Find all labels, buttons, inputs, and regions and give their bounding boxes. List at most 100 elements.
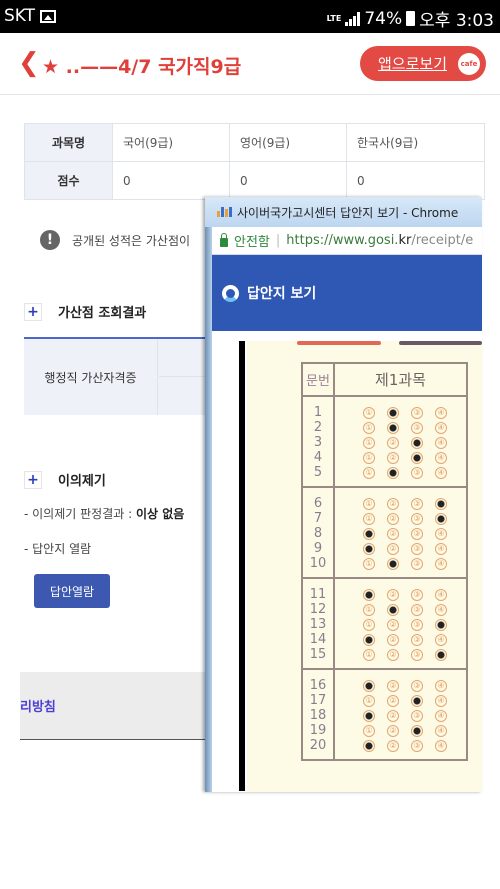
answer-bubble: ① — [363, 618, 375, 631]
bonus-section-title: + 가산점 조회결과 — [24, 302, 146, 321]
subject-cell: 영어(9급) — [229, 123, 347, 162]
marked-bubble: ③ — [411, 724, 423, 737]
question-number: 16 — [309, 678, 327, 693]
answer-row: ①②③④ — [363, 632, 466, 647]
score-table: 과목명 국어(9급) 영어(9급) 한국사(9급) 점수 0 0 0 — [24, 123, 485, 200]
omr-group: 12345①②③④①②③④①②③④①②③④①②③④ — [303, 397, 466, 488]
marked-bubble: ② — [387, 603, 399, 616]
answer-row: ①②③④ — [363, 405, 466, 420]
marked-bubble: ④ — [435, 497, 447, 510]
answer-bubble: ③ — [411, 588, 423, 601]
open-in-app-label: 앱으로보기 — [378, 55, 448, 73]
subject-cell: 한국사(9급) — [346, 123, 485, 162]
ring-icon — [222, 284, 239, 302]
objection-result: - 이의제기 판정결과 : 이상 없음 — [24, 505, 184, 522]
answer-bubble: ① — [363, 724, 375, 737]
answer-bubble: ④ — [435, 557, 447, 570]
answer-bubble: ④ — [435, 694, 447, 707]
question-number: 19 — [309, 723, 327, 738]
question-number: 13 — [309, 617, 327, 632]
omr-group: 678910①②③④①②③④①②③④①②③④①②③④ — [303, 488, 466, 579]
popup-banner: 답안지 보기 — [212, 255, 482, 331]
objection-result-label: - 이의제기 판정결과 : — [24, 507, 136, 521]
answer-row: ①②③④ — [363, 435, 466, 450]
answer-bubble: ② — [387, 512, 399, 525]
answer-row: ①②③④ — [363, 541, 466, 556]
answer-bubble: ④ — [435, 406, 447, 419]
privacy-policy-link[interactable]: 리방침 — [20, 696, 56, 715]
back-button[interactable]: ❮ — [18, 49, 40, 77]
marked-bubble: ① — [363, 527, 375, 540]
question-numbers: 16 17 18 19 20 — [303, 670, 335, 759]
question-number: 15 — [309, 647, 327, 662]
gosi-logo-icon — [217, 207, 232, 217]
answer-bubble: ③ — [411, 648, 423, 661]
answer-bubble: ② — [387, 679, 399, 692]
question-number: 14 — [309, 632, 327, 647]
question-numbers: 6 7 8 9 10 — [303, 488, 335, 577]
score-header: 점수 — [24, 161, 113, 200]
battery-icon — [406, 11, 416, 26]
secure-label: 안전함 — [234, 235, 270, 250]
omr-group: 1617181920①②③④①②③④①②③④①②③④①②③④ — [303, 670, 466, 759]
answer-bubble: ① — [363, 694, 375, 707]
answer-bubble: ④ — [435, 436, 447, 449]
cafe-icon: cafe — [458, 53, 480, 75]
plus-icon[interactable]: + — [24, 302, 42, 321]
answer-row: ①②③④ — [363, 587, 466, 602]
answer-bubble: ③ — [411, 633, 423, 646]
answer-bubble: ② — [387, 724, 399, 737]
marked-bubble: ② — [387, 466, 399, 479]
app-header: ❮ ★ ..——4/7 국가직9급 앱으로보기 cafe — [0, 33, 500, 95]
answer-bubble: ④ — [435, 739, 447, 752]
url-text: https://www.gosi.kr/receipt/e — [286, 233, 473, 248]
answer-bubbles: ①②③④①②③④①②③④①②③④①②③④ — [335, 405, 466, 480]
footer-bar: 리방침 — [20, 672, 210, 740]
question-number: 11 — [309, 587, 327, 602]
answer-row: ①②③④ — [363, 708, 466, 723]
table-row: 점수 0 0 0 — [24, 161, 485, 200]
bonus-title: 가산점 조회결과 — [58, 306, 147, 321]
question-number: 5 — [313, 465, 323, 480]
battery-percent: 74% — [364, 8, 403, 29]
question-numbers: 11 12 13 14 15 — [303, 579, 335, 668]
clock: 오후 3:03 — [419, 11, 494, 31]
answer-row: ①②③④ — [363, 738, 466, 753]
lte-icon: LTE — [326, 13, 342, 23]
subject-header: 과목명 — [24, 123, 113, 162]
score-cell: 0 — [112, 161, 230, 200]
url-tld: kr — [398, 233, 412, 248]
banner-title: 답안지 보기 — [247, 286, 317, 302]
answer-bubble: ① — [363, 436, 375, 449]
marked-bubble: ③ — [411, 694, 423, 707]
answer-bubble: ③ — [411, 618, 423, 631]
answer-row: ①②③④ — [363, 450, 466, 465]
number-header: 문번 — [303, 364, 335, 395]
marked-bubble: ① — [363, 542, 375, 555]
question-number: 2 — [313, 420, 323, 435]
answer-bubble: ③ — [411, 527, 423, 540]
open-answer-sheet-button[interactable]: 답안열람 — [34, 574, 110, 608]
answer-row: ①②③④ — [363, 678, 466, 693]
plus-icon[interactable]: + — [24, 470, 42, 489]
question-number: 17 — [309, 693, 327, 708]
answer-bubble: ② — [387, 633, 399, 646]
answer-row: ①②③④ — [363, 420, 466, 435]
answer-bubble: ① — [363, 451, 375, 464]
sheet-tab-red — [297, 341, 381, 345]
objection-result-value: 이상 없음 — [135, 507, 185, 521]
answer-bubbles: ①②③④①②③④①②③④①②③④①②③④ — [335, 587, 466, 662]
address-bar[interactable]: 안전함 | https://www.gosi.kr/receipt/e — [212, 227, 482, 255]
question-number: 10 — [309, 556, 327, 571]
answer-bubble: ② — [387, 451, 399, 464]
signal-icon — [345, 11, 361, 26]
question-number: 9 — [313, 541, 323, 556]
answer-bubble: ③ — [411, 497, 423, 510]
open-in-app-button[interactable]: 앱으로보기 cafe — [360, 46, 486, 81]
carrier-label: SKT — [4, 6, 36, 26]
answer-row: ①②③④ — [363, 556, 466, 571]
answer-bubble: ④ — [435, 542, 447, 555]
marked-bubble: ① — [363, 709, 375, 722]
table-row: 과목명 국어(9급) 영어(9급) 한국사(9급) — [24, 123, 485, 162]
marked-bubble: ③ — [411, 436, 423, 449]
